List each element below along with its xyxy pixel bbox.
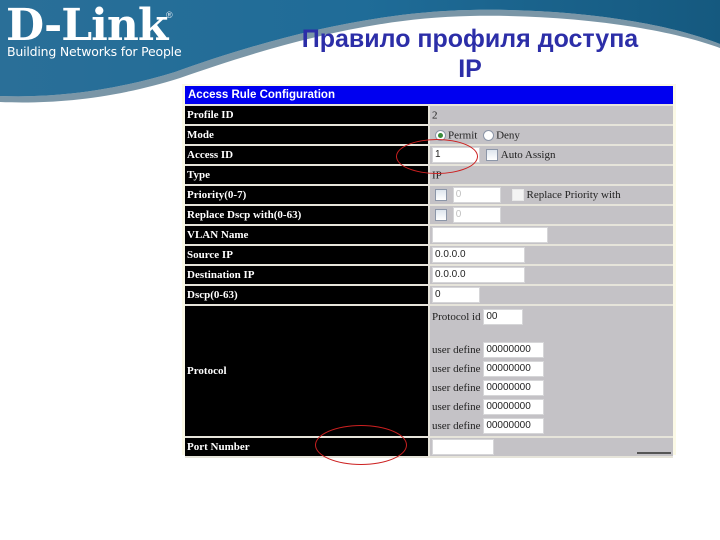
replace-priority-checkbox[interactable]	[511, 189, 524, 201]
dlink-logo: D-Link	[6, 0, 168, 51]
type-value: IP	[432, 169, 442, 182]
table-header: Access Rule Configuration	[185, 86, 673, 106]
user-define-label: user define	[432, 362, 481, 375]
priority-label: Priority(0-7)	[185, 185, 430, 206]
user-define-line: user define 00000000	[432, 378, 673, 397]
user-define-label: user define	[432, 381, 481, 394]
mode-deny-radio[interactable]	[483, 129, 495, 141]
source-ip-label: Source IP	[185, 245, 430, 266]
replace-dscp-input[interactable]: 0	[452, 207, 501, 223]
row-destination-ip: Destination IP 0.0.0.0	[185, 265, 673, 286]
dscp-input[interactable]: 0	[432, 287, 480, 303]
dlink-tagline: Building Networks for People	[7, 44, 182, 59]
port-number-input[interactable]	[432, 439, 494, 455]
scroll-edge-indicator	[637, 452, 671, 454]
user-define-input-1[interactable]: 00000000	[483, 341, 545, 358]
protocol-label: Protocol	[185, 305, 430, 438]
access-rule-table: Access Rule Configuration Profile ID 2 M…	[185, 86, 673, 458]
user-define-label: user define	[432, 419, 481, 432]
slide-title: Правило профиля доступа IP	[250, 24, 690, 84]
user-define-line: user define 00000000	[432, 359, 673, 378]
protocol-id-input[interactable]: 00	[483, 308, 524, 325]
registered-mark: ®	[166, 10, 173, 20]
profile-id-label: Profile ID	[185, 105, 430, 126]
row-protocol: Protocol Protocol id 00 user define 0000…	[185, 305, 673, 438]
protocol-id-line: Protocol id 00	[432, 307, 673, 326]
row-access-id: Access ID 1 Auto Assign	[185, 145, 673, 166]
vlan-name-label: VLAN Name	[185, 225, 430, 246]
mode-deny-label: Deny	[496, 129, 520, 142]
user-define-label: user define	[432, 343, 481, 356]
protocol-id-label: Protocol id	[432, 310, 481, 323]
user-define-line: user define 00000000	[432, 416, 673, 435]
dscp-label: Dscp(0-63)	[185, 285, 430, 306]
user-define-input-3[interactable]: 00000000	[483, 379, 545, 396]
mode-permit-radio[interactable]	[435, 129, 446, 141]
destination-ip-label: Destination IP	[185, 265, 430, 286]
replace-dscp-label: Replace Dscp with(0-63)	[185, 205, 430, 226]
mode-permit-label: Permit	[448, 129, 478, 142]
row-mode: Mode Permit Deny	[185, 125, 673, 146]
mode-label: Mode	[185, 125, 430, 146]
user-define-line: user define 00000000	[432, 340, 673, 359]
row-vlan-name: VLAN Name	[185, 225, 673, 246]
user-define-input-2[interactable]: 00000000	[483, 360, 545, 377]
slide-title-line1: Правило профиля доступа	[301, 25, 639, 53]
replace-priority-label: Replace Priority with	[526, 189, 621, 201]
access-rule-panel: Access Rule Configuration Profile ID 2 M…	[182, 84, 676, 458]
row-source-ip: Source IP 0.0.0.0	[185, 245, 673, 266]
table-header-row: Access Rule Configuration	[185, 86, 673, 106]
access-id-label: Access ID	[185, 145, 430, 166]
row-replace-dscp: Replace Dscp with(0-63) 0	[185, 205, 673, 226]
user-define-label: user define	[432, 400, 481, 413]
priority-checkbox[interactable]	[435, 189, 447, 201]
access-id-input[interactable]: 1	[432, 147, 480, 163]
user-define-input-5[interactable]: 00000000	[483, 417, 545, 434]
user-define-line: user define 00000000	[432, 397, 673, 416]
priority-input[interactable]: 0	[452, 187, 501, 203]
destination-ip-input[interactable]: 0.0.0.0	[432, 267, 525, 283]
slide-title-line2: IP	[458, 55, 482, 83]
user-define-input-4[interactable]: 00000000	[483, 398, 545, 415]
profile-id-value: 2	[432, 109, 438, 122]
row-priority: Priority(0-7) 0 Replace Priority with	[185, 185, 673, 206]
source-ip-input[interactable]: 0.0.0.0	[432, 247, 525, 263]
vlan-name-input[interactable]	[432, 227, 548, 243]
auto-assign-checkbox[interactable]	[485, 149, 498, 161]
row-type: Type IP	[185, 165, 673, 186]
port-number-label: Port Number	[185, 437, 430, 458]
row-profile-id: Profile ID 2	[185, 105, 673, 126]
auto-assign-label: Auto Assign	[500, 149, 556, 161]
type-label: Type	[185, 165, 430, 186]
replace-dscp-checkbox[interactable]	[435, 209, 447, 221]
row-port-number: Port Number	[185, 437, 673, 458]
row-dscp: Dscp(0-63) 0	[185, 285, 673, 306]
